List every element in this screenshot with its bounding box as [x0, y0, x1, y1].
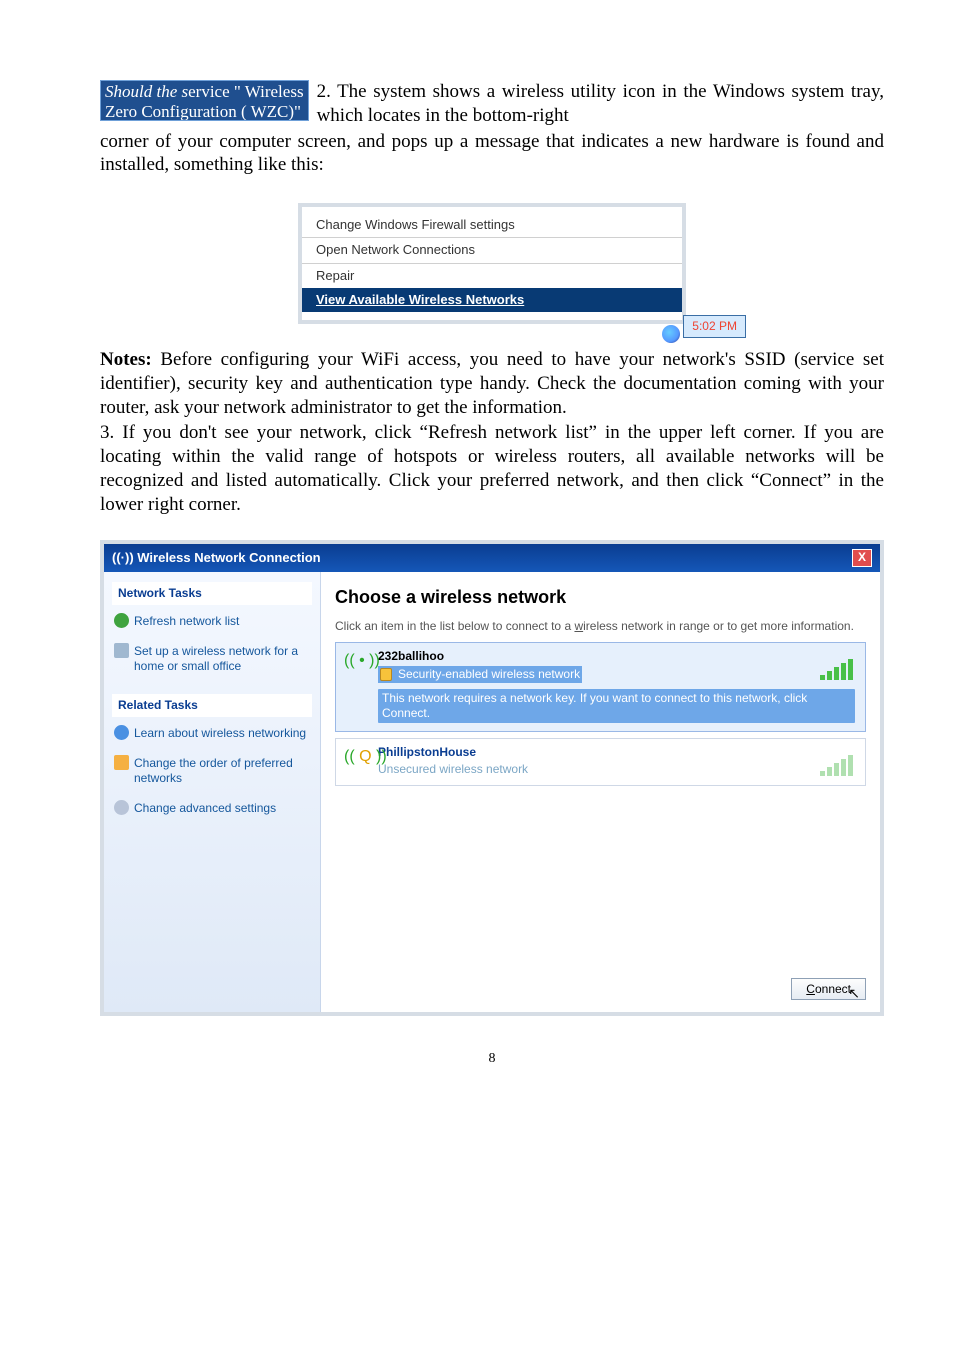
page-number: 8	[100, 1050, 884, 1068]
sidebar-header-related-tasks: Related Tasks	[112, 694, 312, 717]
network-name-2: PhillipstonHouse	[378, 745, 855, 760]
wireless-icon: (( Q ))	[344, 747, 387, 767]
tray-time: 5:02 PM	[692, 319, 737, 334]
notes-label: Notes:	[100, 349, 152, 370]
sidebar-learn-link[interactable]: Learn about wireless networking	[112, 721, 312, 751]
callout-box: Should the service " Wireless Zero Confi…	[100, 80, 309, 121]
cursor-icon: ↖	[848, 985, 860, 1003]
sidebar-setup-label: Set up a wireless network for a home or …	[134, 644, 298, 673]
menu-item-open-connections[interactable]: Open Network Connections	[302, 238, 682, 263]
sidebar-refresh-label: Refresh network list	[134, 614, 239, 628]
close-icon[interactable]: X	[852, 549, 872, 567]
sidebar: Network Tasks Refresh network list Set u…	[104, 572, 321, 1012]
lock-icon	[380, 668, 392, 681]
wireless-icon: (( • ))	[344, 651, 380, 671]
intro-para-b: corner of your computer screen, and pops…	[100, 130, 884, 178]
gear-icon	[114, 800, 129, 815]
sidebar-advanced-label: Change advanced settings	[134, 801, 276, 815]
signal-bars-2	[820, 755, 853, 776]
star-icon	[114, 755, 129, 770]
menu-item-open-label: Open Network Connections	[316, 242, 475, 257]
notes-text: Before configuring your WiFi access, you…	[100, 349, 884, 418]
sidebar-refresh-link[interactable]: Refresh network list	[112, 609, 312, 639]
info-icon	[114, 725, 129, 740]
antenna-icon	[114, 643, 129, 658]
network-security-2: Unsecured wireless network	[378, 762, 855, 777]
sidebar-header-network-tasks: Network Tasks	[112, 582, 312, 605]
menu-item-view-label: View Available Wireless Networks	[316, 292, 524, 307]
sidebar-learn-label: Learn about wireless networking	[134, 726, 306, 740]
sidebar-advanced-link[interactable]: Change advanced settings	[112, 796, 312, 826]
connect-button-rest: onnect	[815, 982, 851, 996]
sidebar-order-label: Change the order of preferred networks	[134, 756, 293, 785]
step3-paragraph: 3. If you don't see your network, click …	[100, 421, 884, 516]
network-security-1: Security-enabled wireless network	[398, 667, 580, 682]
signal-bars-1	[820, 659, 853, 680]
network-security-row-1: Security-enabled wireless network	[378, 666, 582, 683]
menu-item-view-networks[interactable]: View Available Wireless Networks	[302, 288, 682, 312]
sidebar-setup-link[interactable]: Set up a wireless network for a home or …	[112, 639, 312, 684]
desc-part-b: ireless network in range or to get more …	[583, 619, 854, 633]
network-item-selected[interactable]: (( • )) 232ballihoo Security-enabled wir…	[335, 642, 866, 732]
menu-item-repair-label: Repair	[316, 268, 354, 283]
window-title: ((·)) Wireless Network Connection	[112, 550, 321, 566]
window-titlebar: ((·)) Wireless Network Connection X	[104, 544, 880, 572]
menu-item-firewall[interactable]: Change Windows Firewall settings	[302, 213, 682, 238]
callout-line1-it: Should the s	[105, 82, 188, 101]
tray-menu-screenshot: Change Windows Firewall settings Open Ne…	[100, 203, 884, 324]
desc-accelerator: w	[574, 619, 583, 633]
callout-line1-reg: ervice " Wireless	[188, 82, 303, 101]
main-heading: Choose a wireless network	[335, 586, 866, 609]
callout-line2: Zero Configuration ( WZC)"	[105, 102, 301, 121]
menu-item-firewall-label: Change Windows Firewall settings	[316, 217, 515, 232]
notes-paragraph: Notes: Before configuring your WiFi acce…	[100, 348, 884, 419]
network-hint: This network requires a network key. If …	[378, 689, 855, 723]
system-tray-clock: 5:02 PM	[683, 315, 746, 338]
desc-part-a: Click an item in the list below to conne…	[335, 619, 574, 633]
wireless-dialog-screenshot: ((·)) Wireless Network Connection X Netw…	[100, 540, 884, 1016]
network-item-2[interactable]: (( Q )) PhillipstonHouse Unsecured wirel…	[335, 738, 866, 786]
sidebar-order-link[interactable]: Change the order of preferred networks	[112, 751, 312, 796]
network-name-1: 232ballihoo	[378, 649, 855, 664]
menu-item-repair[interactable]: Repair	[302, 264, 682, 288]
main-panel: Choose a wireless network Click an item …	[321, 572, 880, 1012]
main-description: Click an item in the list below to conne…	[335, 619, 866, 634]
refresh-icon	[114, 613, 129, 628]
tray-icon	[662, 325, 680, 343]
